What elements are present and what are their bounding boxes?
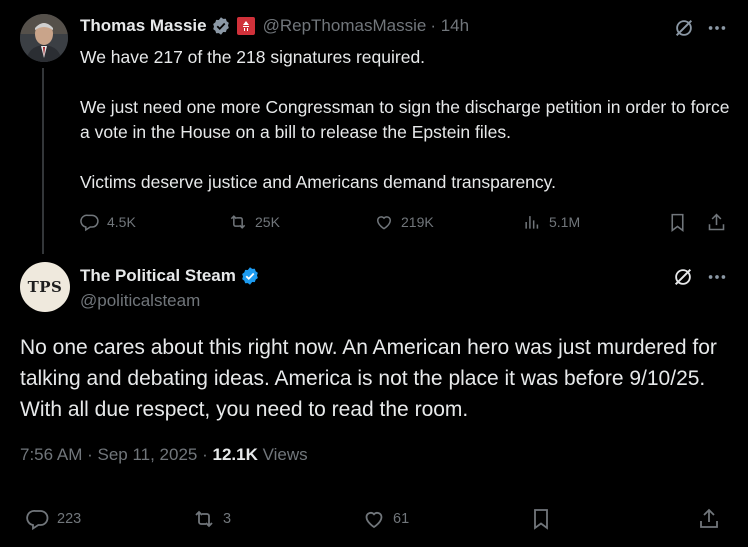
reply-author-row: The Political Steam bbox=[80, 266, 260, 286]
grok-icon[interactable] bbox=[672, 266, 694, 288]
reply-count: 223 bbox=[57, 511, 82, 527]
timestamp[interactable]: 7:56 AM · Sep 11, 2025 · bbox=[20, 445, 208, 464]
verified-badge-icon bbox=[240, 266, 260, 286]
like-icon bbox=[374, 212, 394, 232]
tweet-paragraph: We have 217 of the 218 signatures requir… bbox=[80, 47, 426, 67]
post-meta: 7:56 AM · Sep 11, 2025 · 12.1K Views bbox=[20, 445, 308, 465]
like-button[interactable]: 219K bbox=[374, 212, 434, 232]
reply-button[interactable]: 4.5K bbox=[80, 212, 136, 232]
bookmark-icon[interactable] bbox=[529, 507, 553, 531]
reply-text: No one cares about this right now. An Am… bbox=[20, 336, 717, 421]
bookmark-icon[interactable] bbox=[667, 212, 688, 233]
views-count: 12.1K bbox=[212, 445, 258, 464]
views-count: 5.1M bbox=[549, 214, 581, 230]
repost-icon bbox=[192, 507, 216, 531]
tweet-paragraph: We just need one more Congressman to sig… bbox=[80, 97, 730, 142]
like-button[interactable]: 61 bbox=[362, 507, 409, 531]
post-time[interactable]: · 14h bbox=[430, 16, 469, 36]
repost-count: 3 bbox=[223, 511, 232, 527]
reply-button[interactable]: 223 bbox=[26, 507, 81, 531]
repost-count: 25K bbox=[255, 214, 280, 230]
handle[interactable]: @politicalsteam bbox=[80, 291, 200, 311]
repost-button[interactable]: 25K bbox=[228, 212, 280, 232]
reply-icon bbox=[80, 212, 100, 232]
like-icon bbox=[362, 507, 386, 531]
avatar[interactable] bbox=[20, 14, 68, 62]
reply-icon bbox=[26, 507, 50, 531]
government-affiliation-icon[interactable] bbox=[236, 17, 255, 35]
grok-icon[interactable] bbox=[673, 17, 695, 39]
avatar-initials: TPS bbox=[27, 278, 63, 296]
share-icon[interactable] bbox=[697, 507, 721, 531]
like-count: 61 bbox=[393, 511, 410, 527]
tweet-text: We have 217 of the 218 signatures requir… bbox=[80, 45, 730, 195]
share-icon[interactable] bbox=[706, 212, 727, 233]
reply-count: 4.5K bbox=[107, 214, 136, 230]
avatar[interactable]: TPS bbox=[20, 262, 70, 312]
repost-button[interactable]: 3 bbox=[192, 507, 231, 531]
repost-icon bbox=[228, 212, 248, 232]
views-button[interactable]: 5.1M bbox=[522, 212, 580, 232]
display-name[interactable]: The Political Steam bbox=[80, 266, 236, 286]
verified-badge-icon bbox=[211, 16, 231, 36]
handle[interactable]: @RepThomasMassie bbox=[263, 16, 427, 36]
views-icon bbox=[522, 212, 542, 232]
more-icon[interactable] bbox=[706, 17, 728, 39]
tweet-paragraph: Victims deserve justice and Americans de… bbox=[80, 172, 556, 192]
like-count: 219K bbox=[401, 214, 434, 230]
more-icon[interactable] bbox=[706, 266, 728, 288]
author-row: Thomas Massie @RepThomasMassie · 14h bbox=[80, 16, 469, 36]
thread-line bbox=[42, 68, 44, 254]
views-label: Views bbox=[262, 445, 308, 464]
display-name[interactable]: Thomas Massie bbox=[80, 16, 207, 36]
